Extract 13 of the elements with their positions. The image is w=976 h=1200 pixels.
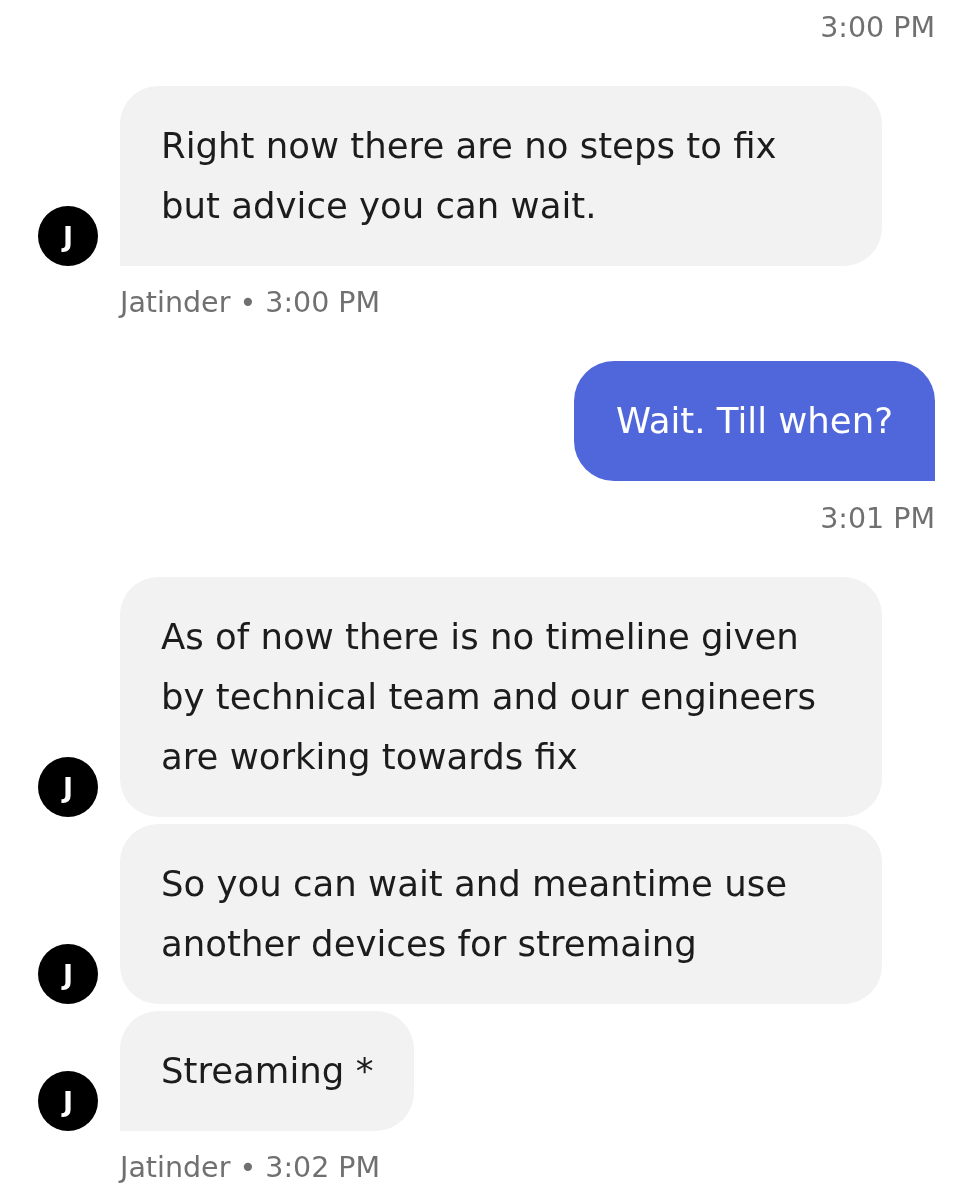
sender-time-label: Jatinder • 3:02 PM (120, 1151, 381, 1185)
avatar: J (38, 1071, 98, 1131)
sender-time-label: Jatinder • 3:00 PM (120, 286, 381, 320)
avatar: J (38, 757, 98, 817)
message-bubble: As of now there is no timeline given by technical team and our engineers are working towards fix (120, 577, 882, 817)
message-bubble: Wait. Till when? (573, 361, 935, 481)
timestamp: 3:00 PM (820, 11, 935, 45)
message-bubble: Streaming * (120, 1011, 415, 1131)
avatar: J (38, 944, 98, 1004)
timestamp: 3:01 PM (820, 502, 935, 536)
message-bubble: So you can wait and meantime use another devices for stremaing (120, 824, 882, 1004)
avatar: J (38, 206, 98, 266)
message-bubble: Right now there are no steps to fix but advice you can wait. (120, 86, 882, 266)
